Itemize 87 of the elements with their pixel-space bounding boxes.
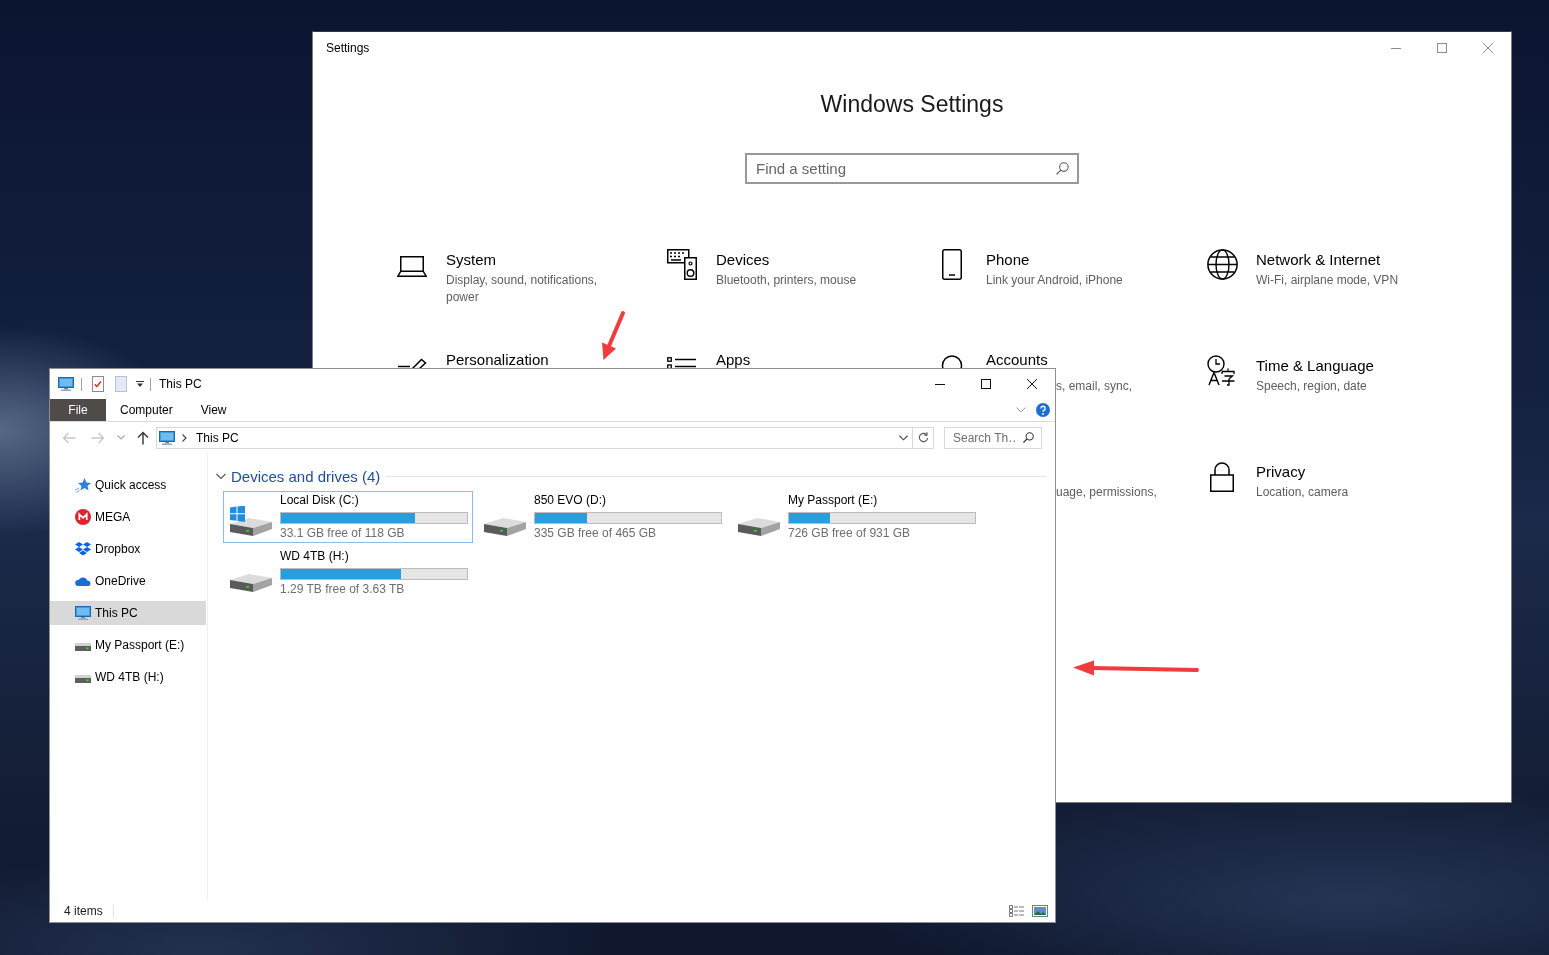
window-title: Settings xyxy=(326,41,370,55)
refresh-button[interactable] xyxy=(913,426,934,449)
list-icon xyxy=(667,357,697,368)
drive-name: WD 4TB (H:) xyxy=(280,549,349,564)
search-icon xyxy=(1056,162,1069,175)
file-menu-button[interactable]: File xyxy=(50,399,106,421)
ribbon-tab[interactable]: Computer xyxy=(106,399,187,421)
ribbon-tab[interactable]: View xyxy=(186,399,241,421)
nav-item[interactable]: WD 4TB (H:) xyxy=(50,665,206,689)
circle-logo-icon xyxy=(75,509,91,525)
drive-name: Local Disk (C:) xyxy=(280,493,359,508)
address-bar[interactable]: This PC xyxy=(156,426,913,449)
category-description: uage, permissions, xyxy=(1056,484,1157,501)
pen-icon xyxy=(397,358,427,368)
close-icon xyxy=(1483,43,1493,53)
drive-icon xyxy=(75,643,91,651)
details-view-icon[interactable] xyxy=(1009,905,1025,917)
hard-drive-icon xyxy=(229,571,273,593)
nav-item[interactable]: This PC xyxy=(50,601,206,625)
caret-icon[interactable] xyxy=(136,380,144,388)
nav-item[interactable]: Quick access xyxy=(50,473,206,497)
category-title[interactable]: Privacy xyxy=(1256,462,1306,482)
clock-letters-icon xyxy=(1207,355,1238,386)
category-description: Bluetooth, printers, mouse xyxy=(716,272,857,289)
nav-item[interactable]: My Passport (E:) xyxy=(50,633,206,657)
window-title: This PC xyxy=(159,377,202,391)
search-icon xyxy=(1023,431,1034,443)
category-title[interactable]: Accounts xyxy=(986,351,1048,368)
item-count: 4 items xyxy=(64,904,103,918)
category-title[interactable]: Phone xyxy=(986,250,1030,270)
drive-icon xyxy=(75,675,91,683)
help-icon[interactable] xyxy=(1036,403,1050,417)
page-heading: Windows Settings xyxy=(820,90,1004,119)
category-description: Location, camera xyxy=(1256,484,1349,501)
free-space-text: 726 GB free of 931 GB xyxy=(788,526,911,541)
system-drive-icon xyxy=(229,506,273,537)
globe-icon xyxy=(1207,249,1238,280)
lock-icon xyxy=(1210,462,1234,492)
hard-drive-icon xyxy=(737,515,781,537)
keyboard-speaker-icon xyxy=(667,249,697,280)
free-space-text: 33.1 GB free of 118 GB xyxy=(280,526,405,541)
up-arrow-icon[interactable] xyxy=(137,430,149,445)
laptop-icon xyxy=(397,256,427,277)
star-icon xyxy=(75,477,91,493)
category-description: Wi-Fi, airplane mode, VPN xyxy=(1256,272,1399,289)
free-space-text: 335 GB free of 465 GB xyxy=(534,526,657,541)
drive-item[interactable]: Local Disk (C:) 33.1 GB free of 118 GB xyxy=(223,491,473,543)
category-title[interactable]: Devices xyxy=(716,250,770,270)
drive-item[interactable]: 850 EVO (D:) 335 GB free of 465 GB xyxy=(477,491,727,543)
group-header[interactable]: Devices and drives (4) xyxy=(216,467,381,485)
maximize-icon xyxy=(981,379,991,389)
free-space-text: 1.29 TB free of 3.63 TB xyxy=(280,582,405,597)
category-title[interactable]: Time & Language xyxy=(1256,356,1374,376)
monitor-icon xyxy=(75,606,91,620)
drive-item[interactable]: My Passport (E:) 726 GB free of 931 GB xyxy=(731,491,981,543)
category-description: s, email, sync, xyxy=(1056,378,1133,395)
refresh-icon xyxy=(917,432,929,443)
category-description: Link your Android, iPhone xyxy=(986,272,1123,289)
diamonds-icon xyxy=(75,542,91,556)
monitor-icon xyxy=(159,430,175,445)
chevron-down-icon[interactable] xyxy=(899,434,908,441)
minimize-icon xyxy=(935,383,945,385)
phone-icon xyxy=(942,249,962,280)
category-description: Speech, region, date xyxy=(1256,378,1367,395)
nav-item[interactable]: MEGA xyxy=(50,505,206,529)
maximize-icon xyxy=(1437,43,1447,53)
chevron-right-icon[interactable] xyxy=(182,433,187,442)
category-description: Display, sound, notifications, power xyxy=(446,272,599,306)
drive-item[interactable]: WD 4TB (H:) 1.29 TB free of 3.63 TB xyxy=(223,547,473,599)
category-title[interactable]: Network & Internet xyxy=(1256,250,1381,270)
close-icon xyxy=(1027,379,1037,389)
category-title[interactable]: Personalization xyxy=(446,351,549,368)
breadcrumb-item[interactable]: This PC xyxy=(196,430,239,445)
person-icon xyxy=(941,355,963,368)
hard-drive-icon xyxy=(483,515,527,537)
checklist-icon[interactable] xyxy=(92,376,104,392)
cloud-icon xyxy=(75,576,91,586)
drive-name: 850 EVO (D:) xyxy=(534,493,607,508)
monitor-icon[interactable] xyxy=(58,377,74,391)
nav-item[interactable]: OneDrive xyxy=(50,569,206,593)
nav-item[interactable]: Dropbox xyxy=(50,537,206,561)
minimize-icon xyxy=(1391,47,1401,49)
category-title[interactable]: System xyxy=(446,250,496,270)
drive-name: My Passport (E:) xyxy=(788,493,878,508)
category-title[interactable]: Apps xyxy=(716,351,751,368)
search-field[interactable]: Find a setting xyxy=(745,153,1079,184)
large-icons-view-icon[interactable] xyxy=(1032,905,1048,917)
